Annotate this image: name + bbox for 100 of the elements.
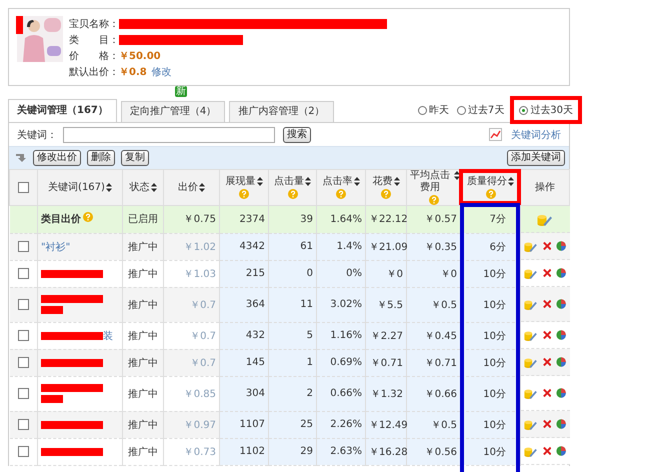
field-label: 默认出价： (69, 66, 119, 78)
table-cell: ￥2.27 (366, 322, 406, 349)
help-icon (83, 212, 93, 222)
table-cell: ￥0 (406, 260, 460, 287)
radio-button[interactable] (456, 106, 466, 114)
keyword-analysis-link[interactable]: 关键词分析 (511, 128, 561, 142)
checkbox[interactable] (18, 330, 29, 341)
checkbox[interactable] (18, 446, 29, 457)
delete-icon[interactable] (542, 330, 552, 340)
status-cell: 推广中 (122, 233, 164, 260)
redaction-mark (41, 448, 103, 456)
table-cell: 11 (268, 287, 316, 322)
checkbox[interactable] (18, 388, 29, 399)
sort-icon[interactable] (199, 182, 205, 192)
sort-icon[interactable] (106, 182, 112, 192)
redaction-mark (16, 16, 23, 34)
redaction-mark (41, 358, 103, 366)
table-cell: 304 (220, 376, 268, 411)
pie-chart-icon[interactable] (556, 329, 566, 341)
table-cell: 1.64% (316, 206, 366, 233)
add-keyword-button[interactable]: 添加关键词 (507, 150, 565, 166)
sort-icon[interactable] (394, 177, 400, 186)
delete-icon[interactable] (542, 446, 552, 456)
toolbar-button[interactable]: 删除 (87, 150, 115, 166)
table-cell: 1.4% (316, 233, 366, 260)
column-header[interactable]: 出价 (178, 182, 198, 194)
sort-icon[interactable] (508, 177, 514, 186)
sort-icon[interactable] (305, 177, 311, 186)
redaction-mark (41, 306, 63, 314)
pie-chart-icon[interactable] (556, 418, 566, 430)
toolbar-button[interactable]: 复制 (121, 150, 149, 166)
table-cell: 3.02% (316, 287, 366, 322)
redaction-mark (41, 395, 63, 403)
bid-cell: ￥0.7 (164, 287, 220, 322)
table-cell: ￥0.66 (406, 376, 460, 411)
pie-chart-icon[interactable] (556, 356, 566, 368)
table-cell: ￥5.5 (366, 287, 406, 322)
table-cell: ￥0.56 (406, 438, 460, 465)
pie-chart-icon[interactable] (556, 240, 566, 252)
table-cell: 2.26% (316, 411, 366, 438)
delete-icon[interactable] (542, 241, 552, 251)
checkbox[interactable] (18, 298, 29, 310)
table-cell: 61 (268, 233, 316, 260)
sort-icon[interactable] (150, 182, 156, 192)
radio-label: 过去7天 (468, 104, 504, 117)
table-cell: ￥0.57 (406, 206, 460, 233)
status-cell: 推广中 (122, 322, 164, 349)
sort-icon[interactable] (256, 177, 262, 186)
bid-cell: ￥0.7 (164, 322, 220, 349)
tab[interactable]: 推广内容管理（2） (229, 101, 334, 122)
field-label: 价 格： (69, 50, 119, 62)
radio-button[interactable] (418, 106, 427, 114)
table-cell: ￥0.35 (406, 233, 460, 260)
table-cell: 364 (220, 287, 268, 322)
table-cell: ￥0 (366, 260, 406, 287)
column-header[interactable]: 操作 (535, 182, 555, 194)
new-badge: 新 (175, 86, 188, 97)
delete-icon[interactable] (542, 419, 552, 429)
checkbox[interactable] (18, 240, 29, 252)
redaction-mark (41, 384, 103, 392)
redaction-mark (41, 270, 103, 278)
table-cell: 5 (268, 322, 316, 349)
keyword-link[interactable]: "衬衫" (41, 240, 70, 254)
price-value: ￥50.00 (119, 50, 161, 62)
sort-icon[interactable] (354, 177, 360, 186)
keyword-field[interactable] (63, 126, 275, 142)
checkbox[interactable] (18, 182, 29, 193)
radio-button[interactable] (519, 106, 528, 114)
redaction-mark (41, 332, 103, 340)
keyword-link[interactable]: 装 (103, 328, 113, 342)
tab[interactable]: 定向推广管理（4） (120, 101, 226, 122)
bid-cell: ￥1.02 (164, 233, 220, 260)
status-cell: 推广中 (122, 260, 164, 287)
table-cell: 1.16% (316, 322, 366, 349)
table-cell: ￥21.09 (366, 233, 406, 260)
checkbox[interactable] (18, 418, 29, 430)
search-button[interactable]: 搜索 (283, 126, 311, 142)
line-chart-icon (489, 128, 502, 141)
pie-chart-icon[interactable] (556, 387, 566, 399)
pie-chart-icon[interactable] (556, 267, 566, 279)
checkbox[interactable] (18, 268, 29, 279)
delete-icon[interactable] (542, 268, 552, 278)
edit-link[interactable]: 修改 (152, 64, 172, 78)
checkbox[interactable] (18, 356, 29, 368)
bid-cell: ￥1.03 (164, 260, 220, 287)
toolbar-button[interactable]: 修改出价 (33, 150, 81, 166)
radio-label: 昨天 (428, 104, 449, 117)
table-cell: 29 (268, 438, 316, 465)
delete-icon[interactable] (542, 388, 552, 398)
table-cell: 145 (220, 349, 268, 376)
pie-chart-icon[interactable] (556, 298, 566, 310)
pie-chart-icon[interactable] (556, 445, 566, 457)
table-cell: 2374 (220, 206, 268, 233)
tab[interactable]: 关键词管理（167） (8, 99, 117, 122)
bid-cell: ￥0.97 (164, 411, 220, 438)
delete-icon[interactable] (542, 299, 552, 309)
delete-icon[interactable] (542, 357, 552, 367)
column-header[interactable]: 花费 (372, 176, 392, 188)
table-cell: ￥22.12 (366, 206, 406, 233)
column-header[interactable]: 状态 (130, 182, 150, 194)
